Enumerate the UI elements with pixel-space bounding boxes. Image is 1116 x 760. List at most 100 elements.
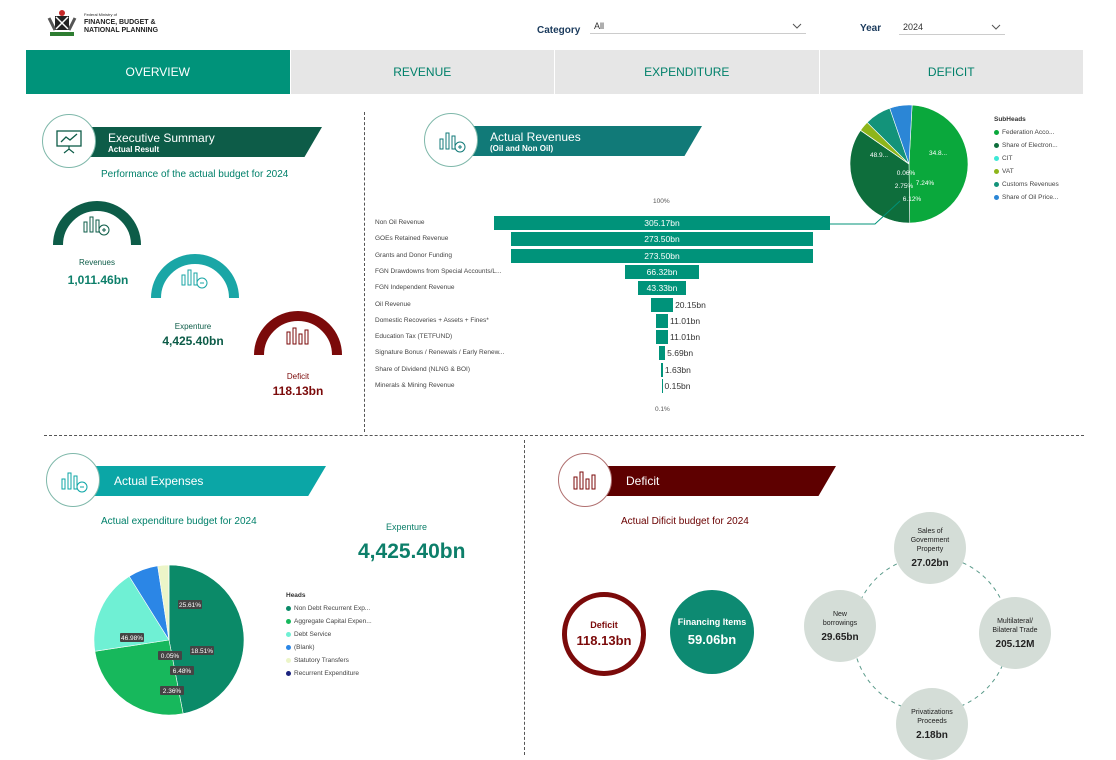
bubble-value: 2.18bn	[916, 729, 948, 741]
legend-item[interactable]: Aggregate Capital Expen...	[286, 618, 372, 625]
funnel-category-label: FGN Independent Revenue	[375, 284, 455, 292]
legend-dot	[286, 606, 291, 611]
bubble-value: 29.65bn	[821, 631, 859, 643]
revenue-pie-legend: SubHeads Federation Acco... Share of Elec…	[994, 116, 1059, 201]
divider-horizontal	[44, 435, 1084, 436]
funnel-category-label: Minerals & Mining Revenue	[375, 382, 455, 389]
tab-deficit[interactable]: DEFICIT	[819, 50, 1084, 94]
year-select[interactable]: 2024	[899, 20, 1005, 35]
funnel-bar[interactable]	[655, 313, 669, 328]
svg-text:2.36%: 2.36%	[163, 688, 182, 695]
legend-dot	[286, 658, 291, 663]
svg-text:34.8...: 34.8...	[929, 150, 947, 157]
legend-item[interactable]: Federation Acco...	[994, 129, 1059, 136]
logo-line-2: NATIONAL PLANNING	[84, 27, 159, 34]
coat-of-arms-icon	[47, 10, 77, 36]
legend-dot	[994, 156, 999, 161]
funnel-value-label: 5.69bn	[667, 348, 694, 359]
deficit-title: Deficit	[626, 474, 660, 488]
funnel-value-label: 11.01bn	[670, 332, 701, 343]
legend-item[interactable]: Statutory Transfers	[286, 657, 372, 664]
legend-label: (Blank)	[294, 644, 315, 651]
funnel-bar[interactable]	[661, 362, 663, 377]
expenses-title: Actual Expenses	[114, 474, 204, 488]
pie-data-label: 18.51%	[190, 646, 214, 655]
expenture-gauge	[151, 254, 239, 299]
funnel-value-label: 1.63bn	[664, 364, 691, 375]
funnel-bar[interactable]	[658, 346, 666, 361]
legend-dot	[286, 632, 291, 637]
logo-small-text: Federal Ministry of	[84, 12, 117, 17]
legend-label: Share of Electron...	[1002, 142, 1058, 149]
funnel-category-label: Grants and Donor Funding	[375, 251, 452, 259]
legend-label: Customs Revenues	[1002, 181, 1059, 188]
svg-text:0.06%: 0.06%	[897, 170, 916, 177]
legend-label: CIT	[1002, 155, 1013, 162]
funnel-category-label: Share of Dividend (NLNG & BOI)	[375, 365, 471, 373]
legend-item[interactable]: Debt Service	[286, 631, 372, 638]
chevron-down-icon	[792, 23, 802, 29]
svg-text:2.75%: 2.75%	[895, 183, 914, 190]
pie-data-label: 46.98%	[120, 633, 144, 642]
tab-expenditure[interactable]: EXPENDITURE	[555, 50, 820, 94]
revenues-label: Revenues	[78, 258, 116, 267]
legend-dot	[286, 671, 291, 676]
svg-text:0.05%: 0.05%	[161, 653, 180, 660]
legend-item[interactable]: Customs Revenues	[994, 181, 1059, 188]
deficit-value: 118.13bn	[272, 384, 324, 398]
svg-text:48.9...: 48.9...	[870, 152, 888, 159]
revenues-banner: Actual Revenues (Oil and Non Oil)	[452, 126, 702, 156]
logo-line-1: FINANCE, BUDGET &	[84, 19, 156, 26]
funnel-bar[interactable]: 66.32bn	[625, 264, 699, 279]
funnel-category-label: FGN Drawdowns from Special Accounts/L...	[375, 267, 502, 275]
legend-item[interactable]: Share of Electron...	[994, 142, 1059, 149]
legend-label: Statutory Transfers	[294, 657, 349, 664]
legend-label: Debt Service	[294, 631, 332, 638]
legend-item[interactable]: (Blank)	[286, 644, 372, 651]
bubble-label: New borrowings	[822, 610, 858, 627]
funnel-category-label: GOEs Retained Revenue	[375, 235, 449, 243]
funnel-bar[interactable]: 43.33bn	[638, 281, 686, 296]
bubble-label: Sales of Government Property	[910, 528, 950, 553]
revenues-subtitle: (Oil and Non Oil)	[490, 143, 554, 153]
pie-slice[interactable]	[908, 105, 968, 223]
tab-overview[interactable]: OVERVIEW	[26, 50, 291, 94]
bubble-sales-property: Sales of Government Property 27.02bn	[894, 512, 966, 584]
bubble-label: Multilateral/ Bilateral Trade	[992, 617, 1038, 634]
legend-item[interactable]: Recurrent Expenditure	[286, 670, 372, 677]
funnel-bar[interactable]: 305.17bn	[494, 216, 830, 230]
legend-item[interactable]: VAT	[994, 168, 1059, 175]
legend-dot	[994, 169, 999, 174]
funnel-bar[interactable]	[661, 379, 663, 393]
financing-label: Financing Items	[677, 617, 747, 627]
funnel-bar[interactable]	[650, 297, 674, 312]
revenues-title: Actual Revenues	[490, 129, 581, 144]
funnel-category-label: Domestic Recoveries + Assets + Fines*	[375, 316, 489, 324]
legend-dot	[286, 619, 291, 624]
legend-item[interactable]: Share of Oil Price...	[994, 194, 1059, 201]
expenditure-heads-pie: 46.98% 25.61% 18.51% 6.48% 2.36% 0.05%	[94, 565, 244, 715]
financing-items-circle: Financing Items 59.06bn	[670, 590, 754, 674]
expenses-banner: Actual Expenses	[72, 466, 326, 496]
legend-item[interactable]: CIT	[994, 155, 1059, 162]
ministry-logo: Federal Ministry of FINANCE, BUDGET & NA…	[46, 8, 158, 38]
expenture-label: Expenture	[174, 322, 212, 331]
pie-data-label: 48.9...	[870, 152, 888, 159]
bubble-privatizations: Privatizations Proceeds 2.18bn	[896, 688, 968, 760]
funnel-bar[interactable]: 273.50bn	[511, 248, 813, 263]
divider-vertical-top	[364, 112, 365, 432]
pie-data-label: 7.24%	[916, 180, 935, 187]
funnel-bar[interactable]: 273.50bn	[511, 232, 813, 247]
bubble-label: Privatizations Proceeds	[911, 708, 953, 725]
svg-text:7.24%: 7.24%	[916, 180, 935, 187]
tab-revenue[interactable]: REVENUE	[290, 50, 555, 94]
funnel-bar[interactable]	[655, 330, 669, 345]
svg-text:25.61%: 25.61%	[179, 602, 201, 609]
expenture-kpi-value: 4,425.40bn	[358, 540, 466, 563]
revenues-gauge	[53, 201, 141, 246]
financing-value: 59.06bn	[687, 632, 737, 647]
expense-chart-icon	[181, 269, 208, 289]
legend-dot	[994, 195, 999, 200]
category-select[interactable]: All	[590, 19, 806, 34]
legend-item[interactable]: Non Debt Recurrent Exp...	[286, 605, 372, 612]
